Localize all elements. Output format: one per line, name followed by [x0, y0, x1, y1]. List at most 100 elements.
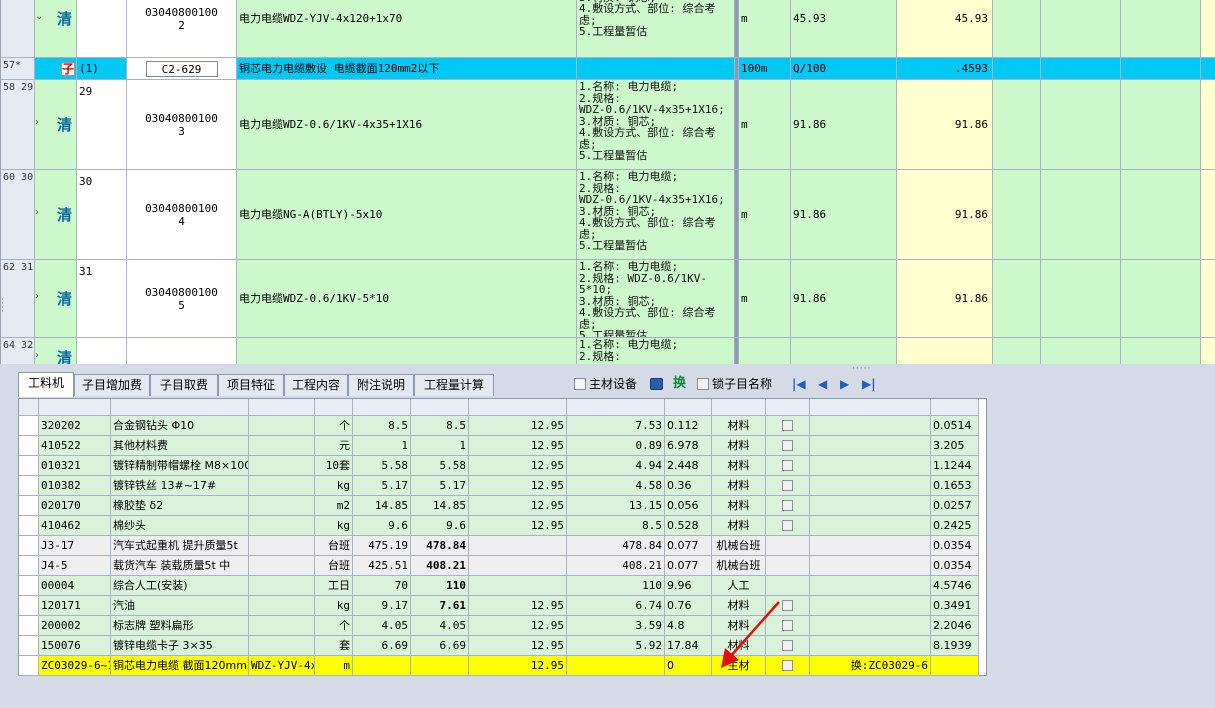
cell-content[interactable]: 0.077: [665, 536, 712, 556]
cell-tax-rate[interactable]: 12.95: [469, 596, 567, 616]
cell-name[interactable]: 标志牌 塑料扁形: [111, 616, 249, 636]
cell-unit[interactable]: 套: [315, 636, 353, 656]
extra-cell[interactable]: [1121, 58, 1201, 80]
cell-market-price[interactable]: 6.69: [411, 636, 469, 656]
extra-cell[interactable]: [993, 338, 1041, 364]
unit-cell[interactable]: m: [739, 0, 791, 58]
item-code-cell[interactable]: 03040800100 5: [127, 260, 237, 338]
cell-content[interactable]: 0.528: [665, 516, 712, 536]
extra-cell[interactable]: [1041, 260, 1121, 338]
cell-unit[interactable]: 台班: [315, 556, 353, 576]
cell-remark[interactable]: [810, 416, 931, 436]
first-record-icon[interactable]: |◀: [792, 375, 806, 393]
tab-materials[interactable]: 工料机: [18, 372, 74, 397]
cell-estimate[interactable]: [766, 496, 810, 516]
item-code-cell[interactable]: C2-629: [127, 58, 237, 80]
cell-base-price[interactable]: 9.17: [353, 596, 411, 616]
column-header-base-price[interactable]: [353, 399, 411, 416]
cell-market-price[interactable]: 478.84: [411, 536, 469, 556]
cell-tax-rate[interactable]: 12.95: [469, 636, 567, 656]
resource-row[interactable]: 120171 汽油 kg 9.17 7.61 12.95 6.74 0.76 材料 0.3491: [19, 596, 988, 616]
item-code-cell[interactable]: 03040800100 2: [127, 0, 237, 58]
tab-item-surcharge[interactable]: 子目增加费: [74, 374, 150, 396]
item-features-cell[interactable]: 1.名称: 电力电缆; 2.规格: WDZ-0.6/1KV-4x35+1X16;…: [577, 80, 735, 170]
expand-chevron-icon[interactable]: ›: [35, 117, 39, 128]
extra-cell[interactable]: [993, 80, 1041, 170]
cell-base-price[interactable]: 8.5: [353, 416, 411, 436]
extra-cell[interactable]: [1201, 58, 1215, 80]
cell-content[interactable]: 0.76: [665, 596, 712, 616]
cell-code[interactable]: 410462: [39, 516, 111, 536]
resource-row[interactable]: J4-5 载货汽车 装载质量5t 中台班 425.51 408.21 408.21 0.0…: [19, 556, 988, 576]
quota-subitem-row[interactable]: 57* 子 (1) C2-629 铜芯电力电缆敷设 电缆截面120mm2以下 100m Q/…: [1, 58, 1215, 80]
column-header-net-price[interactable]: [567, 399, 665, 416]
estimate-checkbox[interactable]: [782, 440, 793, 451]
cell-name[interactable]: 综合人工(安装): [111, 576, 249, 596]
cell-net-price[interactable]: 408.21: [567, 556, 665, 576]
cell-category[interactable]: 机械台班: [712, 556, 766, 576]
cell-unit[interactable]: 个: [315, 416, 353, 436]
cell-content[interactable]: 2.448: [665, 456, 712, 476]
cell-net-price[interactable]: 8.5: [567, 516, 665, 536]
quantity-expr-cell[interactable]: 91.86: [791, 80, 897, 170]
quantity-cell[interactable]: 91.86: [897, 80, 993, 170]
cell-market-price[interactable]: 14.85: [411, 496, 469, 516]
resource-grid[interactable]: 320202 合金钢钻头 Φ10 个 8.5 8.5 12.95 7.53 0.112 材料 0.…: [18, 398, 987, 676]
cell-base-price[interactable]: 5.58: [353, 456, 411, 476]
splitter-handle[interactable]: · · · ·: [1, 296, 7, 317]
lock-name-checkbox[interactable]: [697, 378, 709, 390]
cell-code[interactable]: 320202: [39, 416, 111, 436]
column-header-spec[interactable]: [249, 399, 315, 416]
cell-row-selector[interactable]: [19, 456, 39, 476]
extra-cell[interactable]: [1121, 80, 1201, 170]
unit-cell[interactable]: m: [739, 170, 791, 260]
cell-quantity[interactable]: 0.1653: [931, 476, 979, 496]
quantity-expr-cell[interactable]: Q/100: [791, 58, 897, 80]
bill-item-row[interactable]: 62 31 清 › 31 03040800100 5 电力电缆WDZ-0.6/1KV-5*…: [1, 260, 1215, 338]
expand-chevron-icon[interactable]: ›: [35, 291, 39, 302]
cell-quantity[interactable]: 1.1244: [931, 456, 979, 476]
cell-row-selector[interactable]: [19, 436, 39, 456]
cell-remark[interactable]: [810, 536, 931, 556]
item-code-cell[interactable]: [127, 338, 237, 364]
quantity-cell[interactable]: [897, 338, 993, 364]
cell-row-selector[interactable]: [19, 656, 39, 676]
cell-base-price[interactable]: 4.05: [353, 616, 411, 636]
cell-category[interactable]: 材料: [712, 476, 766, 496]
item-name-cell[interactable]: 电力电缆NG-A(BTLY)-5x10: [237, 170, 577, 260]
cell-code[interactable]: 010321: [39, 456, 111, 476]
cell-net-price[interactable]: [567, 656, 665, 676]
resource-row[interactable]: 00004 综合人工(安装) 工日 70 110 110 9.96 人工 4.5746: [19, 576, 988, 596]
cell-unit[interactable]: kg: [315, 596, 353, 616]
cell-code[interactable]: 020170: [39, 496, 111, 516]
estimate-checkbox[interactable]: [782, 520, 793, 531]
collapse-chevron-icon[interactable]: ⌄: [35, 11, 43, 22]
quantity-expr-cell[interactable]: [791, 338, 897, 364]
cell-code[interactable]: 010382: [39, 476, 111, 496]
cell-market-price[interactable]: 408.21: [411, 556, 469, 576]
row-index-cell[interactable]: 60 30: [1, 170, 35, 260]
cell-name[interactable]: 汽车式起重机 提升质量5t: [111, 536, 249, 556]
cell-name[interactable]: 汽油: [111, 596, 249, 616]
item-code-cell[interactable]: 03040800100 4: [127, 170, 237, 260]
estimate-checkbox[interactable]: [782, 480, 793, 491]
cell-market-price[interactable]: [411, 656, 469, 676]
row-index-cell[interactable]: 58 29: [1, 80, 35, 170]
cell-net-price[interactable]: 5.92: [567, 636, 665, 656]
item-name-cell[interactable]: 铜芯电力电缆敷设 电缆截面120mm2以下: [237, 58, 577, 80]
item-features-cell[interactable]: [577, 58, 735, 80]
column-header-content[interactable]: [665, 399, 712, 416]
cell-base-price[interactable]: 70: [353, 576, 411, 596]
column-header-estimate[interactable]: [766, 399, 810, 416]
cell-code[interactable]: J4-5: [39, 556, 111, 576]
estimate-checkbox[interactable]: [782, 500, 793, 511]
cell-content[interactable]: 0.112: [665, 416, 712, 436]
cell-remark[interactable]: [810, 476, 931, 496]
resource-row[interactable]: 410522 其他材料费元 1 1 12.95 0.89 6.978 材料 3.205: [19, 436, 988, 456]
cell-spec[interactable]: WDZ-YJV-4x: [249, 656, 315, 676]
cell-market-price[interactable]: 4.05: [411, 616, 469, 636]
cell-category[interactable]: 材料: [712, 456, 766, 476]
resource-row[interactable]: 150076 镀锌电缆卡子 3×35 套 6.69 6.69 12.95 5.92 17.84…: [19, 636, 988, 656]
cell-category[interactable]: 材料: [712, 436, 766, 456]
bill-items-grid[interactable]: 清 ⌄ 28 03040800100 2 电力电缆WDZ-YJV-4x120+1x70 W…: [0, 0, 1215, 364]
